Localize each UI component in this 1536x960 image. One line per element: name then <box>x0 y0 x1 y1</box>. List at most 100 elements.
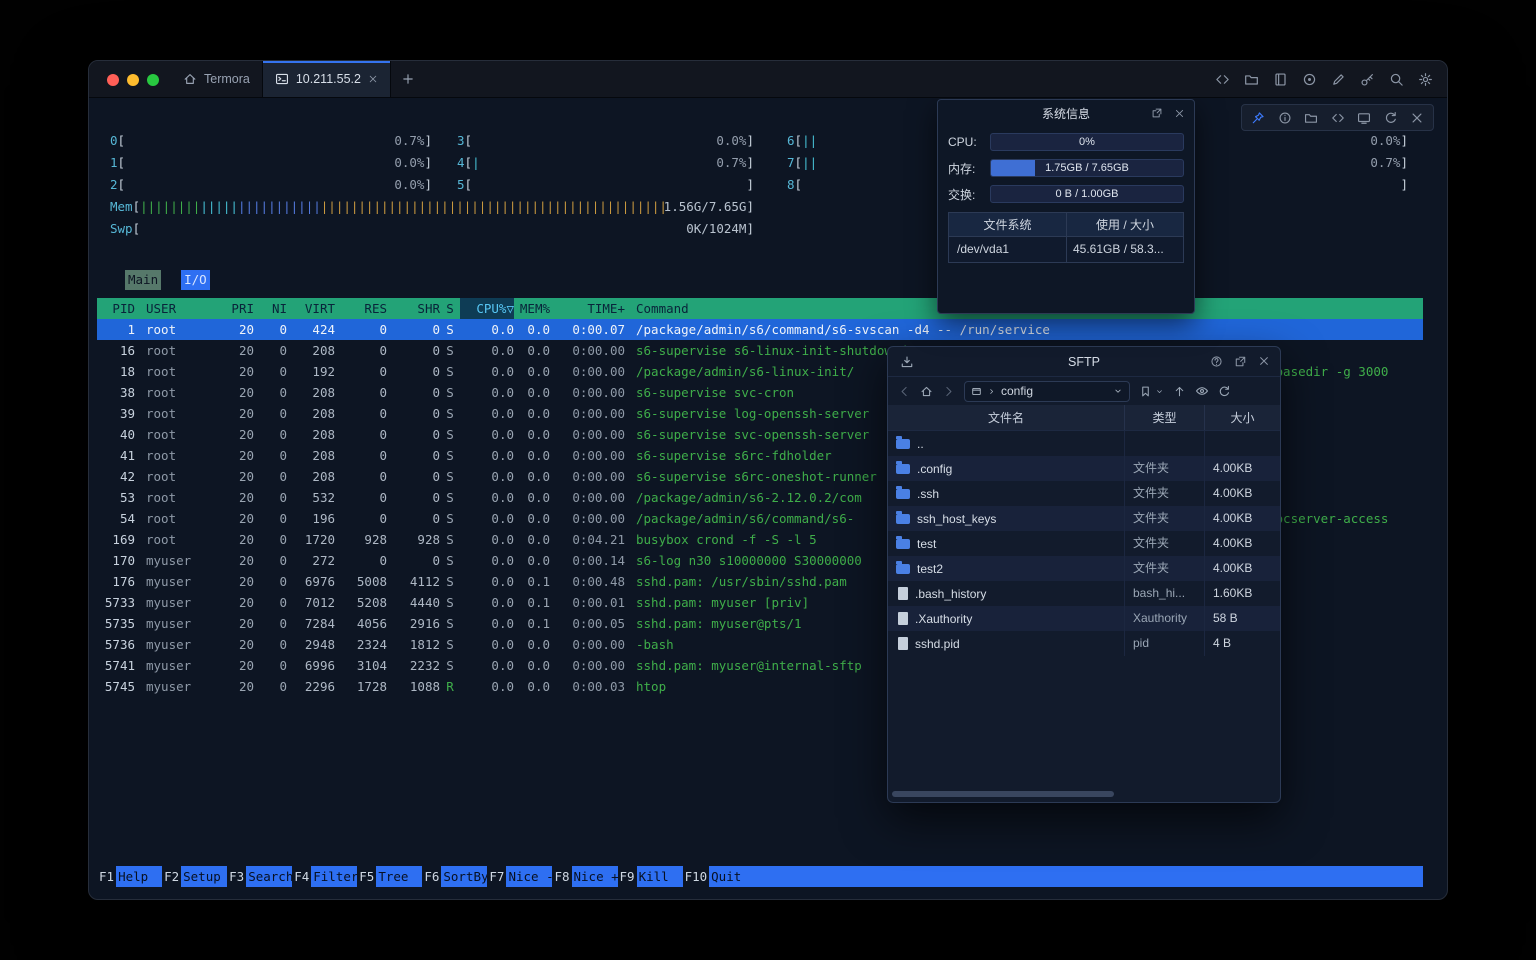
col-mem[interactable]: MEM% <box>514 298 550 319</box>
col-user[interactable]: USER <box>135 298 203 319</box>
close-icon[interactable] <box>1174 108 1185 119</box>
fnkey-F7[interactable]: F7 <box>487 866 506 887</box>
close-icon[interactable] <box>1410 111 1424 125</box>
col-filesystem: 文件系统 <box>949 213 1067 236</box>
col-virt[interactable]: VIRT <box>287 298 335 319</box>
refresh-icon[interactable] <box>1384 111 1398 125</box>
fnkey-F8-label[interactable]: Nice + <box>572 866 618 887</box>
info-icon[interactable] <box>1278 111 1292 125</box>
col-state[interactable]: S <box>440 298 460 319</box>
col-type[interactable]: 类型 <box>1125 405 1205 430</box>
tab-home[interactable]: Termora <box>171 61 262 97</box>
new-tab-button[interactable] <box>391 61 425 97</box>
pin-icon[interactable] <box>1251 111 1265 125</box>
filesystem-row[interactable]: /dev/vda1 45.61GB / 58.3... <box>949 237 1183 262</box>
file-row[interactable]: test文件夹4.00KB <box>888 531 1280 556</box>
key-icon[interactable] <box>1360 72 1375 87</box>
htop-tab-io[interactable]: I/O <box>181 270 210 290</box>
sysinfo-titlebar: 系统信息 <box>938 100 1194 126</box>
chevron-down-icon[interactable] <box>1113 386 1123 396</box>
transfers-icon[interactable] <box>900 355 914 369</box>
filesystem-table: 文件系统 使用 / 大小 /dev/vda1 45.61GB / 58.3... <box>948 212 1184 263</box>
swap-meter: Swp[0K/1024M] <box>110 218 754 239</box>
tab-close-icon[interactable] <box>368 74 378 84</box>
minimize-window-button[interactable] <box>127 74 139 86</box>
fnkey-F4[interactable]: F4 <box>292 866 311 887</box>
fnkey-F1[interactable]: F1 <box>97 866 116 887</box>
refresh-icon[interactable] <box>1218 385 1231 398</box>
file-row[interactable]: .bash_historybash_hi...1.60KB <box>888 581 1280 606</box>
fnkey-F7-label[interactable]: Nice - <box>506 866 552 887</box>
col-size[interactable]: 大小 <box>1205 405 1280 430</box>
sysinfo-metric: 内存:1.75GB / 7.65GB <box>948 159 1184 177</box>
close-window-button[interactable] <box>107 74 119 86</box>
fnkey-F4-label[interactable]: Filter <box>311 866 357 887</box>
tab-session[interactable]: 10.211.55.2 <box>262 61 391 97</box>
code-icon[interactable] <box>1215 72 1230 87</box>
fnkey-F9[interactable]: F9 <box>618 866 637 887</box>
file-row[interactable]: ssh_host_keys文件夹4.00KB <box>888 506 1280 531</box>
file-row[interactable]: .. <box>888 431 1280 456</box>
col-filename[interactable]: 文件名 <box>888 405 1125 430</box>
col-pid[interactable]: PID <box>97 298 135 319</box>
fnkey-F2[interactable]: F2 <box>162 866 181 887</box>
search-icon[interactable] <box>1389 72 1404 87</box>
cpu-meter-3: 3[0.0%] <box>457 130 754 151</box>
close-icon[interactable] <box>1258 355 1270 368</box>
cpu-meter-4: 4[|0.7%] <box>457 152 754 173</box>
zoom-window-button[interactable] <box>147 74 159 86</box>
book-icon[interactable] <box>1273 72 1288 87</box>
fnkey-F10[interactable]: F10 <box>683 866 710 887</box>
record-icon[interactable] <box>1302 72 1317 87</box>
display-icon[interactable] <box>1357 111 1371 125</box>
path-segment[interactable]: config <box>1001 384 1108 398</box>
forward-icon[interactable] <box>942 385 955 398</box>
show-hidden-icon[interactable] <box>1195 384 1209 398</box>
file-row[interactable]: .XauthorityXauthority58 B <box>888 606 1280 631</box>
col-cpu-sort[interactable]: CPU%▽ <box>460 298 514 319</box>
fnkey-F6-label[interactable]: SortBy <box>441 866 487 887</box>
file-row[interactable]: sshd.pidpid4 B <box>888 631 1280 656</box>
fnkey-F9-label[interactable]: Kill <box>637 866 683 887</box>
fnkey-F1-label[interactable]: Help <box>116 866 162 887</box>
path-input[interactable]: config <box>964 381 1130 402</box>
fnkey-F3-label[interactable]: Search <box>246 866 292 887</box>
fnkey-F2-label[interactable]: Setup <box>181 866 227 887</box>
file-row[interactable]: .ssh文件夹4.00KB <box>888 481 1280 506</box>
col-time[interactable]: TIME+ <box>550 298 625 319</box>
chevron-down-icon[interactable] <box>1155 387 1164 396</box>
col-shr[interactable]: SHR <box>387 298 440 319</box>
fnkey-F5-label[interactable]: Tree <box>376 866 422 887</box>
folder-icon[interactable] <box>1244 72 1259 87</box>
help-icon[interactable] <box>1210 355 1223 368</box>
horizontal-scrollbar[interactable] <box>892 791 1114 797</box>
mem-meter-label: Mem <box>110 196 133 217</box>
process-row[interactable]: 1root20042400S0.00.00:00.07/package/admi… <box>97 319 1423 340</box>
htop-tab-main[interactable]: Main <box>125 270 161 290</box>
col-res[interactable]: RES <box>335 298 387 319</box>
cpu-meter-2: 2[0.0%] <box>110 174 432 195</box>
up-directory-icon[interactable] <box>1173 385 1186 398</box>
popout-icon[interactable] <box>1234 355 1247 368</box>
file-row[interactable]: test2文件夹4.00KB <box>888 556 1280 581</box>
gear-icon[interactable] <box>1418 72 1433 87</box>
cpu-meter-5: 5[] <box>457 174 754 195</box>
fnkey-F5[interactable]: F5 <box>357 866 376 887</box>
code-icon[interactable] <box>1331 111 1345 125</box>
fnkey-F6[interactable]: F6 <box>422 866 441 887</box>
fnkey-F3[interactable]: F3 <box>227 866 246 887</box>
file-row[interactable]: .config文件夹4.00KB <box>888 456 1280 481</box>
popout-icon[interactable] <box>1151 107 1163 119</box>
pencil-icon[interactable] <box>1331 72 1346 87</box>
sysinfo-metric: CPU:0% <box>948 133 1184 151</box>
folder-icon[interactable] <box>1304 111 1318 125</box>
col-ni[interactable]: NI <box>254 298 287 319</box>
home-icon <box>183 72 197 86</box>
fnkey-F8[interactable]: F8 <box>552 866 571 887</box>
col-pri[interactable]: PRI <box>203 298 254 319</box>
back-icon[interactable] <box>898 385 911 398</box>
home-icon[interactable] <box>920 385 933 398</box>
bookmark-icon[interactable] <box>1139 385 1152 398</box>
fnkey-F10-label[interactable]: Quit <box>709 866 755 887</box>
terminal-icon <box>275 72 289 86</box>
